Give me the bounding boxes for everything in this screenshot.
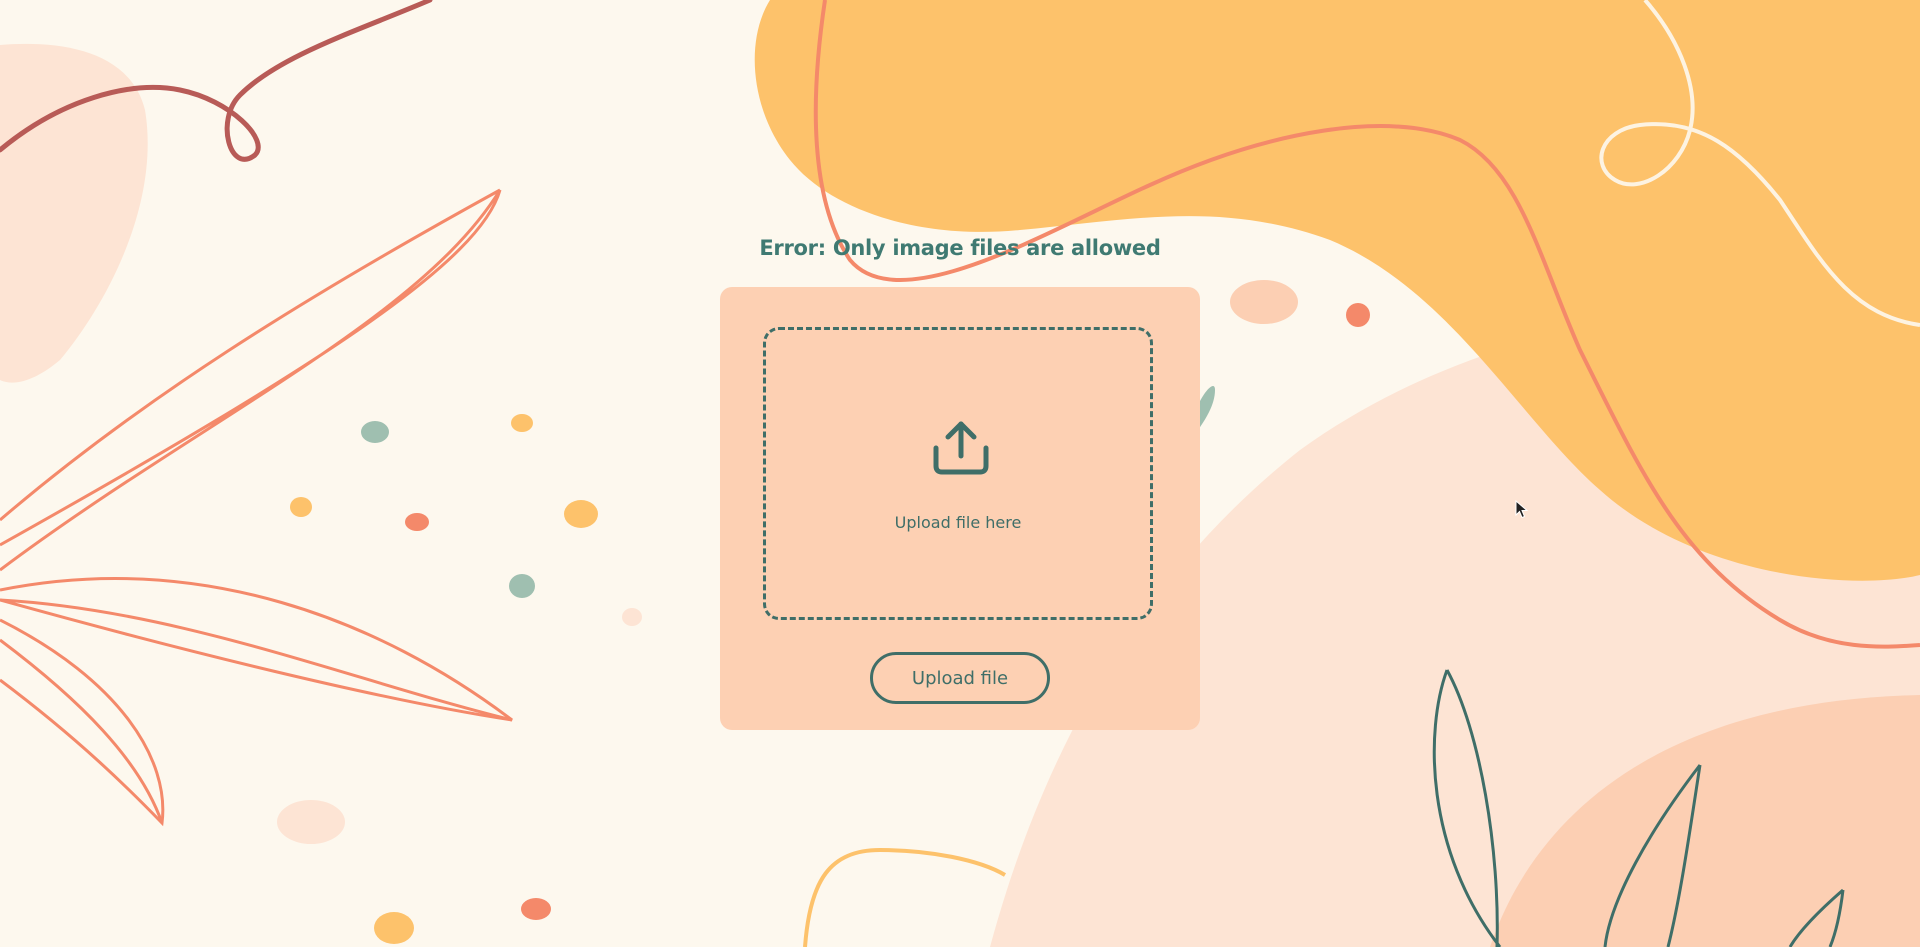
drop-zone-label: Upload file here [894, 513, 1022, 532]
error-message: Error: Only image files are allowed [759, 236, 1161, 260]
upload-file-button[interactable]: Upload file [870, 652, 1050, 704]
file-drop-zone[interactable]: Upload file here [763, 327, 1153, 620]
peach-blob-top-left [0, 43, 148, 383]
upload-card: Upload file here Upload file [720, 287, 1200, 730]
mouse-cursor-icon [1515, 500, 1529, 519]
yellow-line-bottom [803, 847, 1007, 947]
upload-icon [933, 421, 989, 475]
